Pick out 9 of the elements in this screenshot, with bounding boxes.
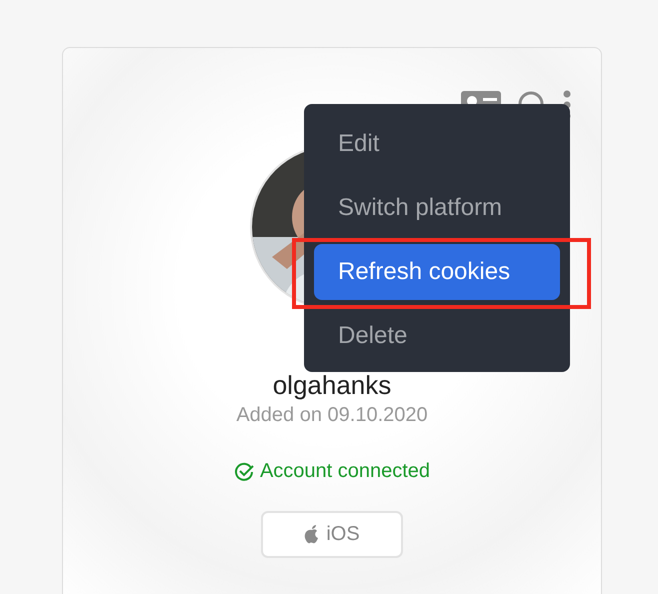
apple-icon bbox=[304, 525, 320, 544]
menu-item[interactable]: Delete bbox=[314, 308, 560, 364]
menu-item[interactable]: Refresh cookies bbox=[314, 244, 560, 300]
menu-item[interactable]: Edit bbox=[314, 116, 560, 172]
menu-item[interactable]: Switch platform bbox=[314, 180, 560, 236]
platform-button[interactable]: iOS bbox=[261, 511, 403, 558]
added-date: Added on 09.10.2020 bbox=[236, 404, 428, 427]
status-text: Account connected bbox=[260, 460, 430, 483]
username: olgahanks bbox=[272, 370, 392, 400]
